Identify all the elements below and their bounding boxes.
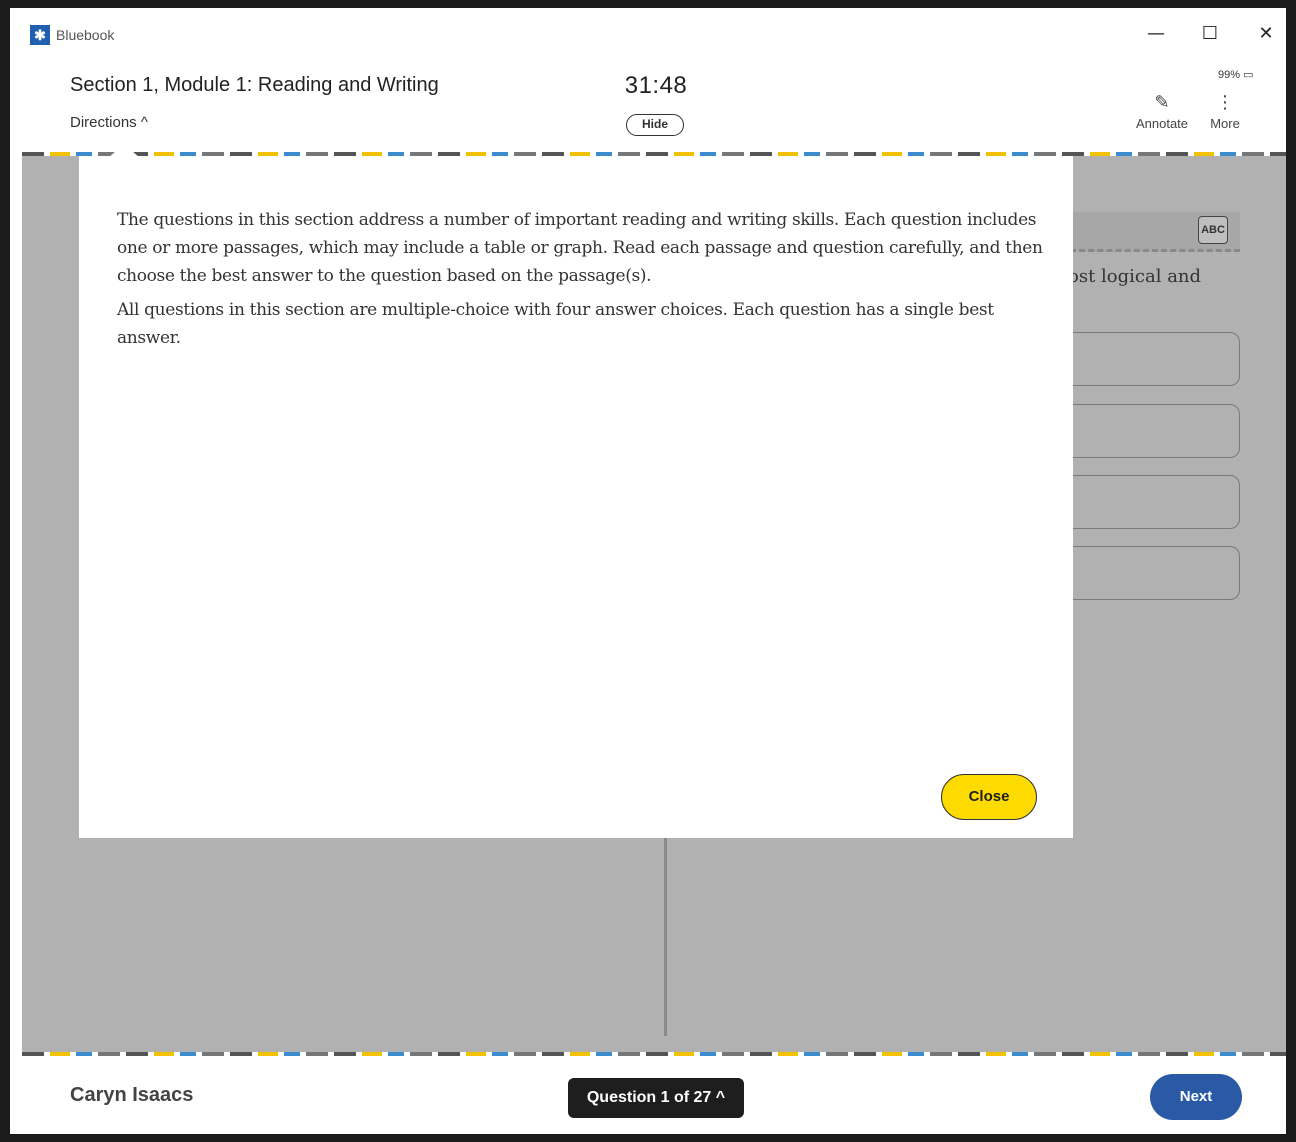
- annotate-label: Annotate: [1135, 116, 1189, 131]
- more-button[interactable]: ⋮ More: [1204, 90, 1246, 131]
- app-window: ✱ Bluebook — ☐ ✕ Section 1, Module 1: Re…: [0, 0, 1296, 1142]
- student-name: Caryn Isaacs: [70, 1084, 194, 1106]
- directions-toggle[interactable]: Directions ^: [70, 114, 148, 131]
- question-text-fragment: ost logical and: [1068, 266, 1202, 287]
- pencil-icon: ✎: [1154, 92, 1170, 113]
- minimize-icon[interactable]: —: [1134, 20, 1178, 48]
- answer-eliminator-icon[interactable]: ABC: [1198, 216, 1228, 244]
- annotate-button[interactable]: ✎ Annotate: [1130, 90, 1194, 131]
- hide-timer-button[interactable]: Hide: [626, 114, 684, 136]
- footer-divider: [22, 1052, 1286, 1056]
- timer: 31:48: [624, 72, 688, 99]
- title-bar: ✱ Bluebook — ☐ ✕: [22, 16, 1286, 52]
- next-button[interactable]: Next: [1150, 1074, 1242, 1120]
- maximize-icon[interactable]: ☐: [1188, 20, 1232, 48]
- kebab-menu-icon: ⋮: [1216, 92, 1234, 113]
- section-title: Section 1, Module 1: Reading and Writing: [70, 74, 439, 96]
- directions-modal: The questions in this section address a …: [79, 156, 1073, 838]
- directions-paragraph: All questions in this section are multip…: [117, 300, 994, 348]
- close-button[interactable]: Close: [941, 774, 1037, 820]
- close-window-icon[interactable]: ✕: [1244, 20, 1286, 48]
- bluebook-logo-icon: ✱: [30, 25, 50, 45]
- directions-text: The questions in this section address a …: [117, 206, 1047, 352]
- question-navigator-button[interactable]: Question 1 of 27 ^: [568, 1078, 744, 1118]
- more-label: More: [1210, 116, 1240, 131]
- directions-paragraph: The questions in this section address a …: [117, 210, 1043, 286]
- app-content: ✱ Bluebook — ☐ ✕ Section 1, Module 1: Re…: [22, 16, 1286, 1134]
- battery-status: 99% ▭: [1218, 69, 1254, 81]
- app-name: Bluebook: [56, 27, 115, 43]
